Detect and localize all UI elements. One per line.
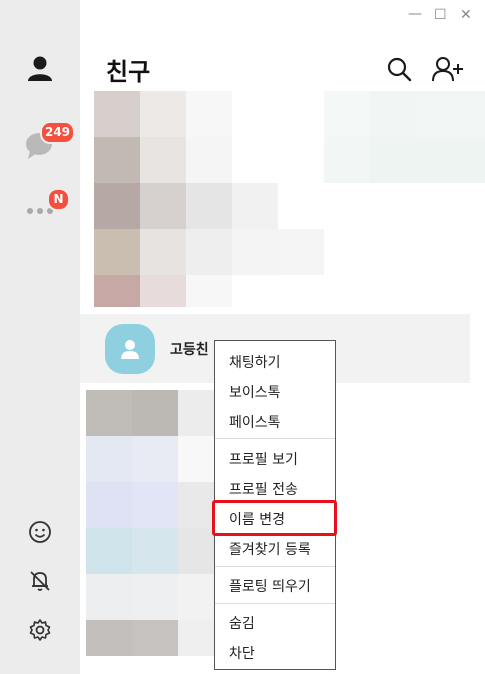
menu-item-send-profile[interactable]: 프로필 전송 <box>229 479 298 499</box>
gear-icon <box>29 619 51 641</box>
search-button[interactable] <box>386 56 412 86</box>
maximize-button[interactable]: ☐ <box>434 7 447 23</box>
chat-unread-badge: 249 <box>40 121 75 144</box>
add-friend-icon <box>432 57 463 82</box>
page-title: 친구 <box>106 58 151 86</box>
menu-item-face-talk[interactable]: 페이스톡 <box>229 412 281 432</box>
notification-button[interactable] <box>0 569 80 593</box>
more-new-badge: N <box>47 188 70 211</box>
default-profile-icon <box>121 340 139 359</box>
friend-name: 고등친 <box>170 342 209 358</box>
person-icon <box>28 56 52 81</box>
bell-muted-icon <box>30 571 50 591</box>
settings-button[interactable] <box>0 618 80 642</box>
menu-item-block[interactable]: 차단 <box>229 643 255 663</box>
minimize-button[interactable]: — <box>408 6 422 22</box>
menu-item-chat[interactable]: 채팅하기 <box>229 352 281 372</box>
menu-item-voice-talk[interactable]: 보이스톡 <box>229 382 281 402</box>
search-icon <box>387 57 412 82</box>
menu-item-add-favorite[interactable]: 즐겨찾기 등록 <box>229 539 311 559</box>
add-friend-button[interactable] <box>432 56 464 86</box>
menu-item-hide[interactable]: 숨김 <box>229 613 255 633</box>
menu-item-floating[interactable]: 플로팅 띄우기 <box>229 576 311 596</box>
menu-divider <box>215 438 335 439</box>
rename-highlight-box <box>212 500 337 536</box>
avatar <box>105 324 155 374</box>
friends-tab[interactable] <box>0 54 80 82</box>
menu-item-view-profile[interactable]: 프로필 보기 <box>229 449 298 469</box>
close-button[interactable]: ✕ <box>460 7 472 23</box>
menu-divider <box>215 566 335 567</box>
smiley-icon <box>29 521 51 543</box>
sidebar: 249 N <box>0 0 80 674</box>
emoticon-button[interactable] <box>0 520 80 544</box>
menu-divider <box>215 603 335 604</box>
